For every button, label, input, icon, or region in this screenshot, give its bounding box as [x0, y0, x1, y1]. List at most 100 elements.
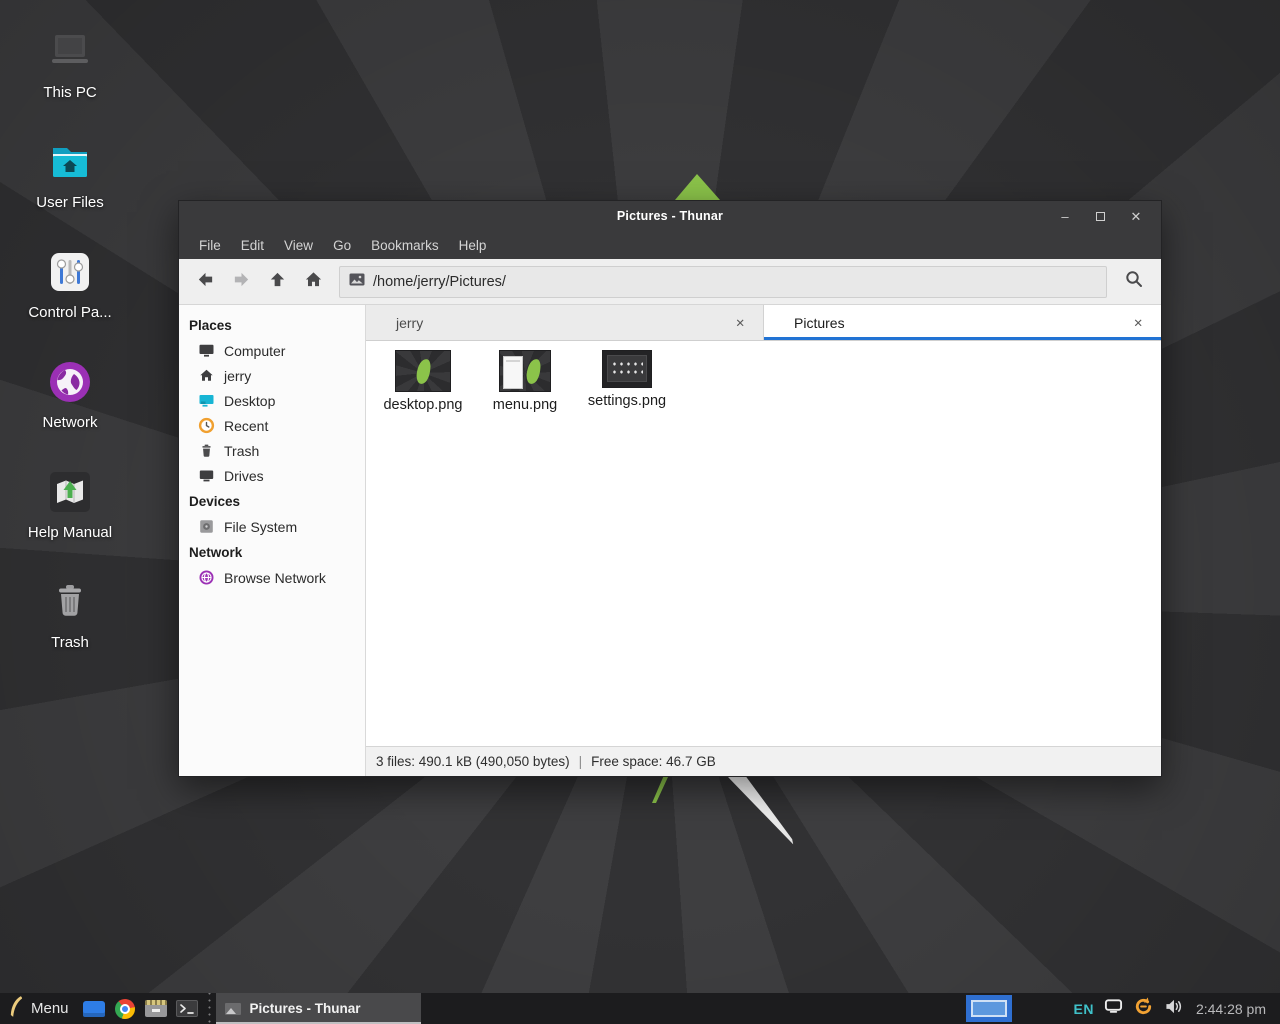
sidebar-item-file-system[interactable]: File System [179, 514, 365, 539]
file-thumbnail-settings-png [602, 350, 652, 388]
status-free-space: Free space: 46.7 GB [591, 754, 716, 769]
desktop-icon-help-manual[interactable]: Help Manual [12, 466, 128, 541]
desktop-icon-label: User Files [12, 194, 128, 211]
sidebar-item-label: File System [224, 519, 297, 535]
minimize-button[interactable]: – [1058, 210, 1072, 223]
tab-close-icon[interactable]: ✕ [1129, 314, 1147, 332]
thunar-window: Pictures - Thunar – ✕ File Edit View Go … [178, 200, 1162, 777]
sidebar-header-places: Places [179, 312, 365, 338]
status-separator: | [579, 754, 583, 769]
toolbar: /home/jerry/Pictures/ [179, 259, 1161, 305]
desktop-icon-network[interactable]: Network [12, 356, 128, 431]
sidebar-item-desktop[interactable]: Desktop [179, 388, 365, 413]
file-thumbnail-menu-png [499, 350, 551, 392]
volume-icon [1164, 998, 1183, 1020]
window-title: Pictures - Thunar [179, 209, 1161, 223]
sidebar-item-label: Desktop [224, 393, 275, 409]
main-pane: jerry ✕ Pictures ✕ desktop.png menu.png [366, 305, 1161, 776]
recent-clock-icon [198, 417, 215, 434]
window-body: Places Computer jerry Desktop Recent Tra… [179, 305, 1161, 776]
forward-button[interactable] [223, 265, 259, 299]
close-button[interactable]: ✕ [1129, 210, 1143, 223]
back-button[interactable] [187, 265, 223, 299]
menu-view[interactable]: View [274, 238, 323, 253]
launcher-archive[interactable] [141, 993, 172, 1024]
file-name: menu.png [493, 397, 558, 413]
desktop-icon-label: Control Pa... [12, 304, 128, 321]
home-icon [198, 367, 215, 384]
start-menu-button[interactable]: Menu [0, 993, 79, 1024]
forward-icon [232, 270, 251, 294]
pc-icon [12, 26, 128, 78]
filesystem-drive-icon [198, 518, 215, 535]
window-task-icon [225, 1003, 241, 1015]
desktop-icon-trash[interactable]: Trash [12, 576, 128, 651]
menu-bookmarks[interactable]: Bookmarks [361, 238, 449, 253]
sidebar-item-drives[interactable]: Drives [179, 463, 365, 488]
desktop-icon-label: Trash [12, 634, 128, 651]
display-icon [1104, 998, 1123, 1019]
help-manual-icon [12, 466, 128, 518]
taskbar-window-button[interactable]: Pictures - Thunar [216, 993, 421, 1024]
system-tray: EN 2:44:28 pm [966, 993, 1280, 1024]
file-view[interactable]: desktop.png menu.png settings.png [366, 341, 1161, 746]
tab-jerry[interactable]: jerry ✕ [366, 305, 764, 340]
sidebar-item-jerry[interactable]: jerry [179, 363, 365, 388]
file-manager-icon [83, 1001, 105, 1017]
sidebar-item-label: Recent [224, 418, 268, 434]
picture-location-icon [349, 273, 365, 290]
volume-tray-item[interactable] [1159, 993, 1188, 1024]
desktop-icon-label: This PC [12, 84, 128, 101]
keyboard-layout-indicator[interactable]: EN [1068, 993, 1098, 1024]
home-button[interactable] [295, 265, 331, 299]
update-refresh-icon [1133, 996, 1154, 1022]
launcher-file-manager[interactable] [79, 993, 110, 1024]
desktop-display-icon [198, 392, 215, 409]
active-workspace [971, 1000, 1007, 1017]
file-item[interactable]: desktop.png [372, 350, 474, 413]
computer-icon [198, 342, 215, 359]
file-item[interactable]: menu.png [474, 350, 576, 413]
file-item[interactable]: settings.png [576, 350, 678, 409]
search-button[interactable] [1115, 264, 1153, 300]
tab-label: Pictures [794, 315, 845, 331]
sidebar-header-devices: Devices [179, 488, 365, 514]
trash-icon [198, 442, 215, 459]
status-files-info: 3 files: 490.1 kB (490,050 bytes) [376, 754, 570, 769]
control-panel-icon [12, 246, 128, 298]
sidebar-item-browse-network[interactable]: Browse Network [179, 565, 365, 590]
menu-go[interactable]: Go [323, 238, 361, 253]
panel-handle[interactable] [205, 993, 214, 1024]
desktop-icon-label: Network [12, 414, 128, 431]
sidebar-item-trash[interactable]: Trash [179, 438, 365, 463]
file-name: desktop.png [383, 397, 462, 413]
maximize-button[interactable] [1096, 212, 1105, 221]
path-bar[interactable]: /home/jerry/Pictures/ [339, 266, 1107, 298]
desktop-icon-user-files[interactable]: User Files [12, 136, 128, 211]
update-manager-tray-item[interactable] [1128, 993, 1159, 1024]
tab-close-icon[interactable]: ✕ [731, 314, 749, 332]
menu-file[interactable]: File [189, 238, 231, 253]
menu-help[interactable]: Help [449, 238, 497, 253]
desktop-icon-control-panel[interactable]: Control Pa... [12, 246, 128, 321]
display-tray-item[interactable] [1099, 993, 1128, 1024]
up-button[interactable] [259, 265, 295, 299]
sidebar-item-label: Trash [224, 443, 259, 459]
launcher-chrome[interactable] [110, 993, 141, 1024]
menu-edit[interactable]: Edit [231, 238, 274, 253]
menu-bar: File Edit View Go Bookmarks Help [179, 231, 1161, 259]
sidebar-item-recent[interactable]: Recent [179, 413, 365, 438]
clock[interactable]: 2:44:28 pm [1188, 1001, 1272, 1017]
archive-drawer-icon [145, 1000, 167, 1017]
wallpaper-feather-tip [675, 174, 720, 200]
sidebar-header-network: Network [179, 539, 365, 565]
workspace-switcher[interactable] [966, 995, 1012, 1022]
launcher-terminal[interactable] [172, 993, 203, 1024]
sidebar-item-label: Drives [224, 468, 264, 484]
sidebar-item-computer[interactable]: Computer [179, 338, 365, 363]
trash-can-icon [12, 576, 128, 628]
tab-pictures[interactable]: Pictures ✕ [764, 305, 1161, 340]
desktop-icon-this-pc[interactable]: This PC [12, 26, 128, 101]
title-bar[interactable]: Pictures - Thunar – ✕ [179, 201, 1161, 231]
file-name: settings.png [588, 393, 666, 409]
